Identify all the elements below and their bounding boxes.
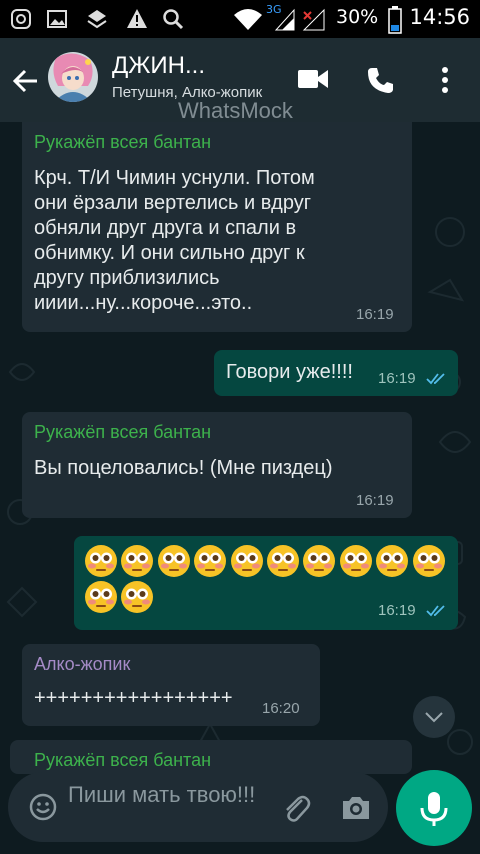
read-receipt-icon (426, 373, 445, 385)
watermark: WhatsMock (178, 98, 293, 123)
message-text: +++++++++++++++++ (34, 687, 233, 709)
flushed-face-emoji-icon (339, 545, 372, 577)
more-vert-icon[interactable] (440, 66, 450, 94)
app-notification-icon (87, 10, 107, 29)
signal-icon-2 (302, 8, 325, 31)
flushed-face-emoji-icon (412, 545, 445, 577)
message-time: 16:19 (378, 602, 416, 619)
chat-title[interactable]: ДЖИН... (112, 52, 205, 80)
video-call-icon[interactable] (298, 68, 328, 90)
message-composer[interactable]: Пиши мать твою!!! (8, 772, 388, 842)
message-time: 16:19 (378, 370, 416, 387)
message-list[interactable]: Рукажёп всея бантан Крч. Т/И Чимин уснул… (0, 122, 480, 854)
flushed-face-emoji-icon (85, 581, 117, 613)
message-incoming[interactable]: Рукажёп всея бантан Вы поцеловались! (Мн… (22, 412, 412, 518)
search-icon (163, 9, 184, 30)
microphone-icon (420, 792, 448, 826)
message-input[interactable]: Пиши мать твою!!! (68, 780, 268, 810)
phone-icon[interactable] (366, 66, 394, 94)
flushed-face-emoji-icon (121, 581, 154, 613)
message-outgoing[interactable]: 16:19 (74, 536, 458, 630)
message-incoming[interactable]: Рукажёп всея бантан Крч. Т/И Чимин уснул… (22, 122, 412, 332)
message-incoming[interactable]: Алко-жопик +++++++++++++++++ 16:20 (22, 644, 320, 726)
battery-icon (388, 6, 402, 34)
flushed-face-emoji-icon (157, 545, 190, 577)
voice-record-button[interactable] (396, 770, 472, 846)
warning-icon (127, 9, 147, 28)
group-avatar[interactable] (48, 52, 98, 102)
sender-name[interactable]: Рукажёп всея бантан (34, 132, 211, 153)
flushed-face-emoji-icon (85, 545, 117, 577)
emoji-icon[interactable] (28, 792, 58, 822)
message-incoming[interactable]: Рукажёп всея бантан (10, 740, 412, 774)
message-text: Крч. Т/И Чимин уснули. Потом они ёрзали … (34, 167, 315, 314)
gallery-icon (47, 10, 67, 28)
attach-icon[interactable] (280, 792, 312, 824)
flushed-face-emoji-icon (376, 545, 409, 577)
sender-name[interactable]: Алко-жопик (34, 654, 130, 675)
back-arrow-icon[interactable] (10, 66, 40, 96)
message-text: Вы поцеловались! (Мне пиздец) (34, 457, 333, 479)
camera-icon[interactable] (340, 794, 372, 822)
battery-percent: 30% (336, 6, 379, 28)
message-outgoing[interactable]: Говори уже!!!! 16:19 (214, 350, 458, 396)
message-text: Говори уже!!!! (226, 361, 353, 383)
status-bar: 3G 30% 14:56 (0, 0, 480, 38)
flushed-face-emoji-icon (303, 545, 336, 577)
read-receipt-icon (426, 605, 445, 617)
flushed-face-emoji-icon (194, 545, 227, 577)
message-time: 16:19 (356, 306, 394, 323)
sender-name[interactable]: Рукажёп всея бантан (34, 422, 211, 443)
message-time: 16:19 (356, 492, 394, 509)
signal-icon-1 (274, 8, 295, 31)
flushed-face-emoji-icon (121, 545, 154, 577)
chat-header: ДЖИН... Петушня, Алко-жопик WhatsMock (0, 38, 480, 123)
clock: 14:56 (409, 5, 470, 29)
sender-name[interactable]: Рукажёп всея бантан (34, 750, 211, 771)
instagram-icon (11, 9, 31, 29)
message-time: 16:20 (262, 700, 300, 717)
flushed-face-emoji-icon (230, 545, 263, 577)
chevron-down-icon (425, 712, 443, 723)
wifi-icon (234, 9, 262, 30)
flushed-face-emoji-icon (267, 545, 299, 577)
scroll-to-bottom-button[interactable] (413, 696, 455, 738)
